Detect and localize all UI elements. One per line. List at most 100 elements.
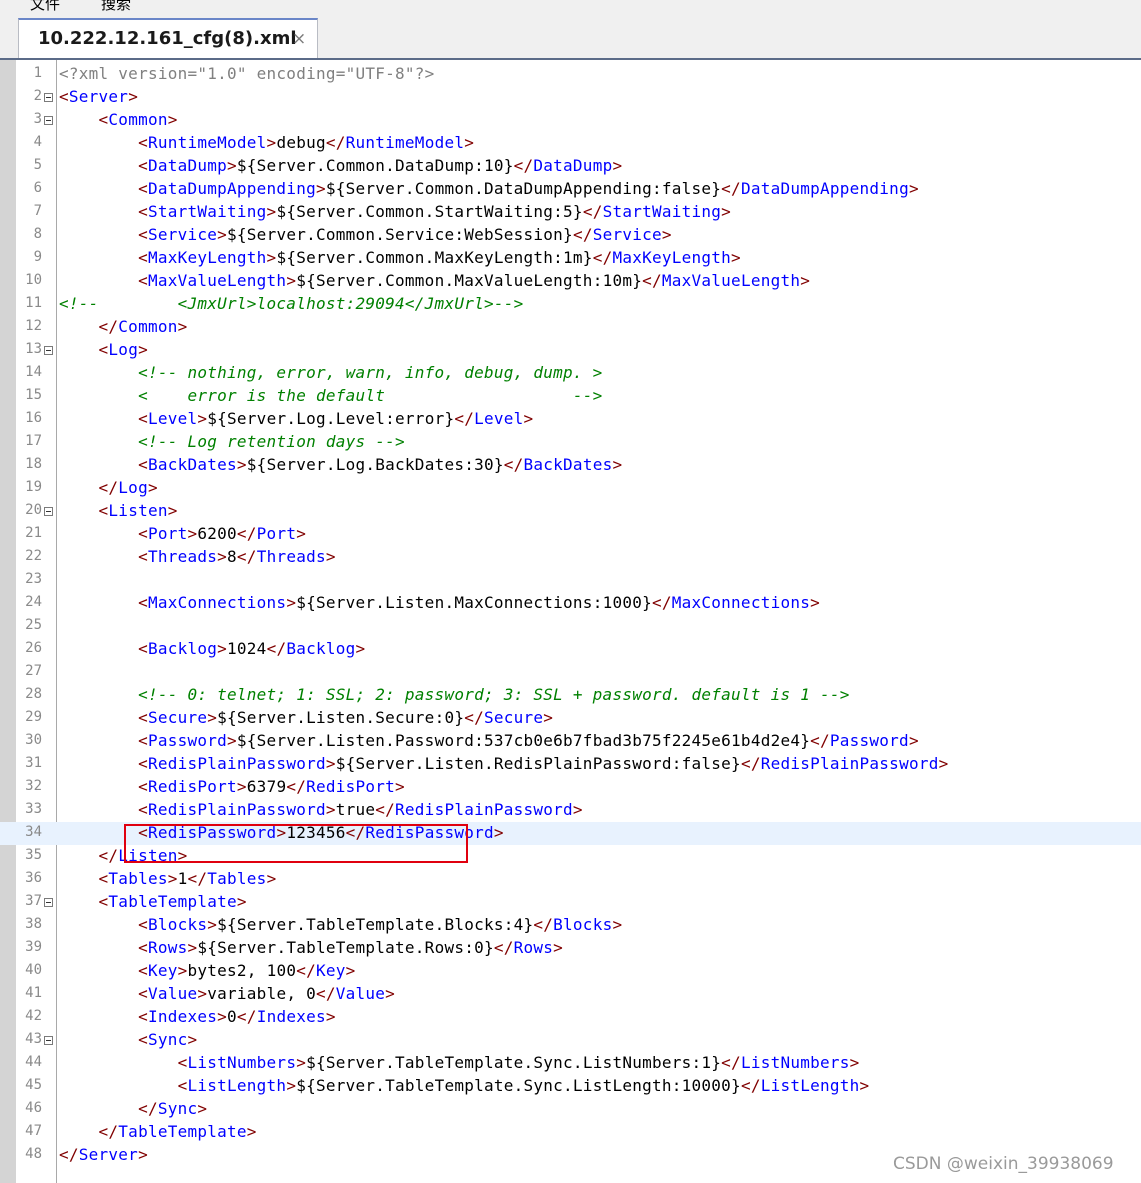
- menu-item-file[interactable]: 文件: [30, 0, 60, 14]
- code-line[interactable]: 33 <RedisPlainPassword>true</RedisPlainP…: [0, 799, 1141, 822]
- code-line[interactable]: 29 <Secure>${Server.Listen.Secure:0}</Se…: [0, 707, 1141, 730]
- code-line[interactable]: 5 <DataDump>${Server.Common.DataDump:10}…: [0, 155, 1141, 178]
- code-line[interactable]: 38 <Blocks>${Server.TableTemplate.Blocks…: [0, 914, 1141, 937]
- code-editor[interactable]: 1 <?xml version="1.0" encoding="UTF-8"?> 2…: [0, 60, 1141, 1183]
- code-line[interactable]: 11 <!-- <JmxUrl>localhost:29094</JmxUrl>-…: [0, 293, 1141, 316]
- fold-toggle-icon[interactable]: [44, 93, 53, 102]
- code-line[interactable]: 47 </TableTemplate>: [0, 1121, 1141, 1144]
- code-line[interactable]: 18 <BackDates>${Server.Log.BackDates:30}…: [0, 454, 1141, 477]
- line-number: 16: [25, 410, 42, 426]
- tab-file[interactable]: 10.222.12.161_cfg(8).xml ×: [18, 18, 318, 58]
- line-code: <!-- Log retention days -->: [138, 432, 405, 451]
- fold-toggle-icon[interactable]: [44, 346, 53, 355]
- line-number: 45: [25, 1077, 42, 1093]
- code-line[interactable]: 34 <RedisPassword>123456</RedisPassword>: [0, 822, 1141, 845]
- line-code: <Rows>${Server.TableTemplate.Rows:0}</Ro…: [138, 938, 564, 957]
- fold-toggle-icon[interactable]: [44, 116, 53, 125]
- code-line[interactable]: 9 <MaxKeyLength>${Server.Common.MaxKeyLe…: [0, 247, 1141, 270]
- line-code: <Service>${Server.Common.Service:WebSess…: [138, 225, 672, 244]
- line-code: <Backlog>1024</Backlog>: [138, 639, 366, 658]
- code-line[interactable]: 28 <!-- 0: telnet; 1: SSL; 2: password; …: [0, 684, 1141, 707]
- code-line[interactable]: 12 </Common>: [0, 316, 1141, 339]
- code-line[interactable]: 19 </Log>: [0, 477, 1141, 500]
- line-number: 6: [33, 180, 42, 196]
- line-code: </TableTemplate>: [98, 1122, 257, 1141]
- code-line[interactable]: 32 <RedisPort>6379</RedisPort>: [0, 776, 1141, 799]
- line-number: 48: [25, 1146, 42, 1162]
- code-line[interactable]: 36 <Tables>1</Tables>: [0, 868, 1141, 891]
- line-code: </Sync>: [138, 1099, 208, 1118]
- fold-toggle-icon[interactable]: [44, 507, 53, 516]
- code-line[interactable]: 25: [0, 615, 1141, 638]
- close-icon[interactable]: ×: [292, 29, 306, 49]
- line-number: 18: [25, 456, 42, 472]
- line-code: <Value>variable, 0</Value>: [138, 984, 396, 1003]
- code-line[interactable]: 13 <Log>: [0, 339, 1141, 362]
- line-code: <Tables>1</Tables>: [98, 869, 277, 888]
- line-number: 34: [25, 824, 42, 840]
- tab-bar: 10.222.12.161_cfg(8).xml ×: [0, 14, 1141, 60]
- code-line[interactable]: 42 <Indexes>0</Indexes>: [0, 1006, 1141, 1029]
- line-number: 28: [25, 686, 42, 702]
- tab-title[interactable]: 10.222.12.161_cfg(8).xml: [38, 28, 297, 49]
- code-line[interactable]: 10 <MaxValueLength>${Server.Common.MaxVa…: [0, 270, 1141, 293]
- line-number: 33: [25, 801, 42, 817]
- line-number: 3: [33, 111, 42, 127]
- line-number: 40: [25, 962, 42, 978]
- watermark: CSDN @weixin_39938069: [893, 1154, 1114, 1174]
- fold-toggle-icon[interactable]: [44, 898, 53, 907]
- line-code: <RedisPlainPassword>true</RedisPlainPass…: [138, 800, 583, 819]
- code-line[interactable]: 4 <RuntimeModel>debug</RuntimeModel>: [0, 132, 1141, 155]
- code-line[interactable]: 35 </Listen>: [0, 845, 1141, 868]
- code-line[interactable]: 17 <!-- Log retention days -->: [0, 431, 1141, 454]
- code-line[interactable]: 41 <Value>variable, 0</Value>: [0, 983, 1141, 1006]
- code-line[interactable]: 23: [0, 569, 1141, 592]
- line-code: <Listen>: [98, 501, 178, 520]
- line-code: <Server>: [59, 87, 139, 106]
- code-line[interactable]: 39 <Rows>${Server.TableTemplate.Rows:0}<…: [0, 937, 1141, 960]
- line-number: 27: [25, 663, 42, 679]
- line-number: 39: [25, 939, 42, 955]
- line-code: <RedisPort>6379</RedisPort>: [138, 777, 405, 796]
- code-line[interactable]: 30 <Password>${Server.Listen.Password:53…: [0, 730, 1141, 753]
- line-code: <RedisPlainPassword>${Server.Listen.Redi…: [138, 754, 949, 773]
- code-line[interactable]: 1 <?xml version="1.0" encoding="UTF-8"?>: [0, 63, 1141, 86]
- line-number: 26: [25, 640, 42, 656]
- code-line[interactable]: 43 <Sync>: [0, 1029, 1141, 1052]
- code-line[interactable]: 44 <ListNumbers>${Server.TableTemplate.S…: [0, 1052, 1141, 1075]
- line-code: <Level>${Server.Log.Level:error}</Level>: [138, 409, 534, 428]
- code-line[interactable]: 14 <!-- nothing, error, warn, info, debu…: [0, 362, 1141, 385]
- code-line[interactable]: 20 <Listen>: [0, 500, 1141, 523]
- code-line[interactable]: 40 <Key>bytes2, 100</Key>: [0, 960, 1141, 983]
- code-line[interactable]: 31 <RedisPlainPassword>${Server.Listen.R…: [0, 753, 1141, 776]
- code-line[interactable]: 6 <DataDumpAppending>${Server.Common.Dat…: [0, 178, 1141, 201]
- code-line[interactable]: 16 <Level>${Server.Log.Level:error}</Lev…: [0, 408, 1141, 431]
- code-line[interactable]: 2 <Server>: [0, 86, 1141, 109]
- code-line[interactable]: 46 </Sync>: [0, 1098, 1141, 1121]
- code-line[interactable]: 27: [0, 661, 1141, 684]
- line-code: <?xml version="1.0" encoding="UTF-8"?>: [59, 64, 435, 83]
- code-line[interactable]: 37 <TableTemplate>: [0, 891, 1141, 914]
- code-line[interactable]: 15 < error is the default -->: [0, 385, 1141, 408]
- line-number: 22: [25, 548, 42, 564]
- line-number: 15: [25, 387, 42, 403]
- code-line[interactable]: 45 <ListLength>${Server.TableTemplate.Sy…: [0, 1075, 1141, 1098]
- code-line[interactable]: 3 <Common>: [0, 109, 1141, 132]
- line-code: <Blocks>${Server.TableTemplate.Blocks:4}…: [138, 915, 623, 934]
- line-number: 25: [25, 617, 42, 633]
- code-line[interactable]: 24 <MaxConnections>${Server.Listen.MaxCo…: [0, 592, 1141, 615]
- line-code: <BackDates>${Server.Log.BackDates:30}</B…: [138, 455, 623, 474]
- line-number: 24: [25, 594, 42, 610]
- line-number: 43: [25, 1031, 42, 1047]
- line-code: <Common>: [98, 110, 178, 129]
- code-line[interactable]: 21 <Port>6200</Port>: [0, 523, 1141, 546]
- code-line[interactable]: 22 <Threads>8</Threads>: [0, 546, 1141, 569]
- menu-item-search[interactable]: 搜索: [101, 0, 131, 14]
- line-number: 13: [25, 341, 42, 357]
- line-number: 41: [25, 985, 42, 1001]
- fold-toggle-icon[interactable]: [44, 1036, 53, 1045]
- line-code: <MaxConnections>${Server.Listen.MaxConne…: [138, 593, 820, 612]
- code-line[interactable]: 7 <StartWaiting>${Server.Common.StartWai…: [0, 201, 1141, 224]
- code-line[interactable]: 26 <Backlog>1024</Backlog>: [0, 638, 1141, 661]
- code-line[interactable]: 8 <Service>${Server.Common.Service:WebSe…: [0, 224, 1141, 247]
